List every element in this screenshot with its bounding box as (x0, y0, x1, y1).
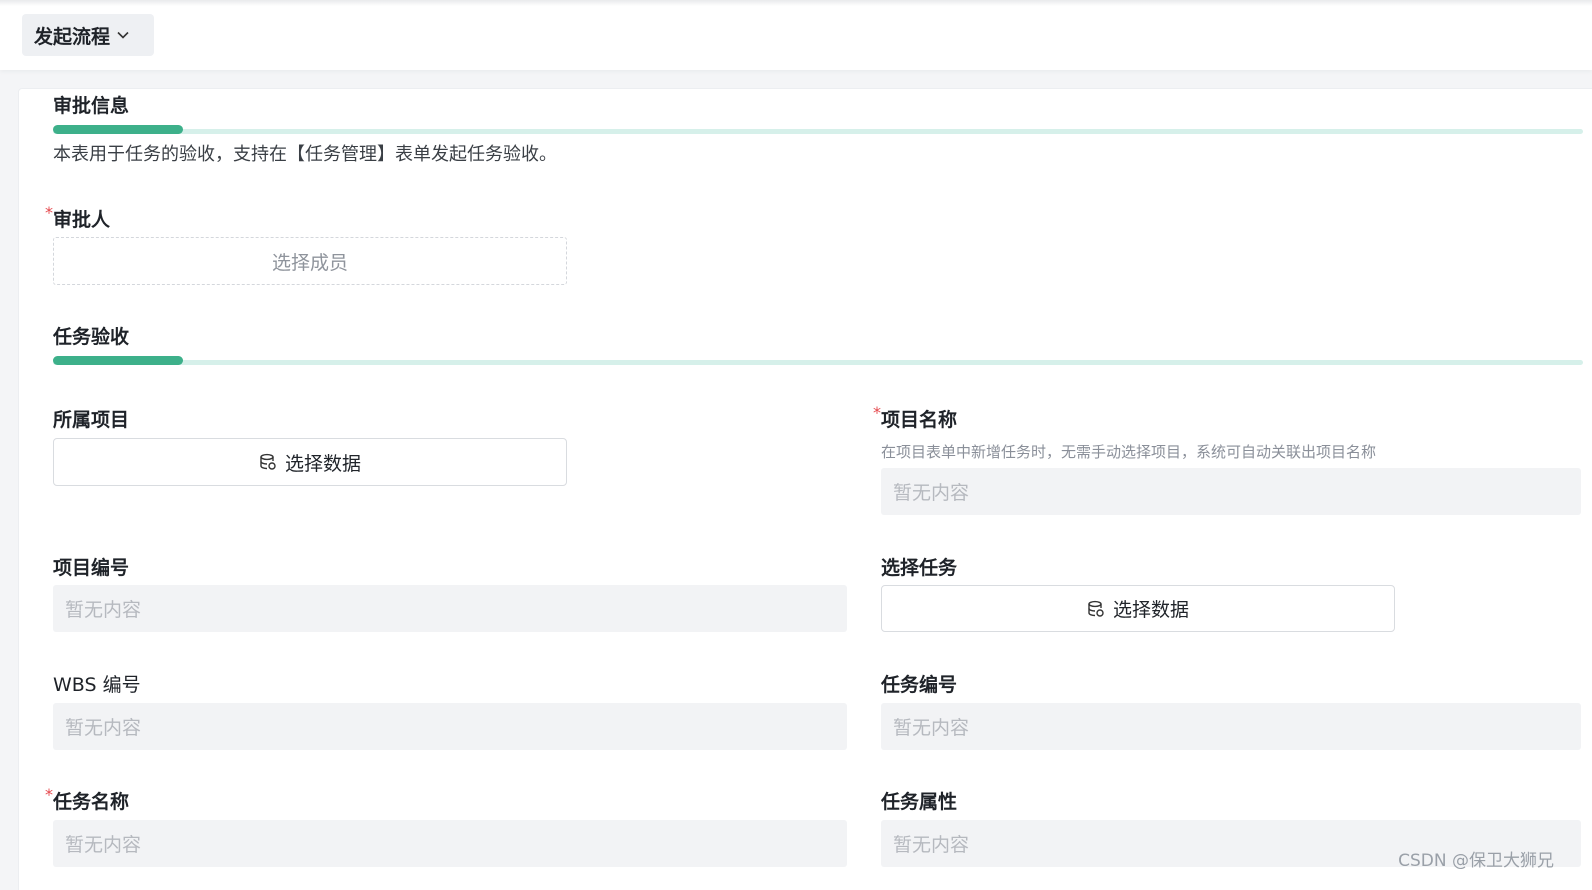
select-project-data-label: 选择数据 (284, 452, 361, 475)
wbs-code-label: WBS 编号 (53, 674, 141, 696)
select-task-data-button[interactable]: 选择数据 (881, 585, 1395, 632)
approver-label: * 审批人 (45, 203, 111, 232)
section-accent-approval (53, 125, 183, 134)
top-shadow (0, 0, 1592, 6)
required-mark: * (45, 203, 53, 222)
top-bar: 发起流程 (0, 0, 1592, 70)
select-task-label: 选择任务 (881, 557, 958, 579)
task-attribute-label: 任务属性 (881, 791, 958, 813)
task-name-label: * 任务名称 (45, 785, 130, 814)
select-task-data-label: 选择数据 (1112, 599, 1189, 621)
project-name-label: * 项目名称 (873, 403, 958, 432)
task-name-field: 暂无内容 (53, 820, 847, 867)
csdn-watermark: CSDN @保卫大狮兄 (1398, 851, 1554, 871)
task-name-label-text: 任务名称 (53, 791, 130, 813)
project-name-hint: 在项目表单中新增任务时，无需手动选择项目，系统可自动关联出项目名称 (881, 443, 1377, 461)
chevron-down-icon (117, 31, 129, 39)
required-mark: * (45, 785, 53, 804)
section-divider-acceptance (53, 360, 1583, 365)
section-divider-approval (53, 129, 1583, 134)
database-icon (260, 453, 276, 470)
initiate-flow-label: 发起流程 (34, 25, 111, 48)
approver-label-text: 审批人 (53, 209, 111, 231)
section-accent-acceptance (53, 356, 183, 365)
form-card: 审批信息 本表用于任务的验收，支持在【任务管理】表单发起任务验收。 * 审批人 … (18, 88, 1592, 890)
section-title-approval: 审批信息 (53, 95, 130, 117)
initiate-flow-dropdown[interactable]: 发起流程 (22, 14, 154, 56)
project-label: 所属项目 (53, 409, 130, 431)
wbs-code-field: 暂无内容 (53, 703, 847, 750)
project-name-field: 暂无内容 (881, 468, 1581, 515)
select-member-field[interactable]: 选择成员 (53, 237, 567, 285)
form-description: 本表用于任务的验收，支持在【任务管理】表单发起任务验收。 (53, 144, 557, 165)
task-code-label: 任务编号 (881, 674, 958, 696)
project-name-label-text: 项目名称 (881, 409, 958, 431)
section-title-acceptance: 任务验收 (53, 326, 130, 348)
required-mark: * (873, 403, 881, 422)
database-icon (1088, 600, 1104, 617)
task-code-field: 暂无内容 (881, 703, 1581, 750)
project-code-field: 暂无内容 (53, 585, 847, 632)
select-project-data-button[interactable]: 选择数据 (53, 438, 567, 486)
project-code-label: 项目编号 (53, 557, 130, 579)
